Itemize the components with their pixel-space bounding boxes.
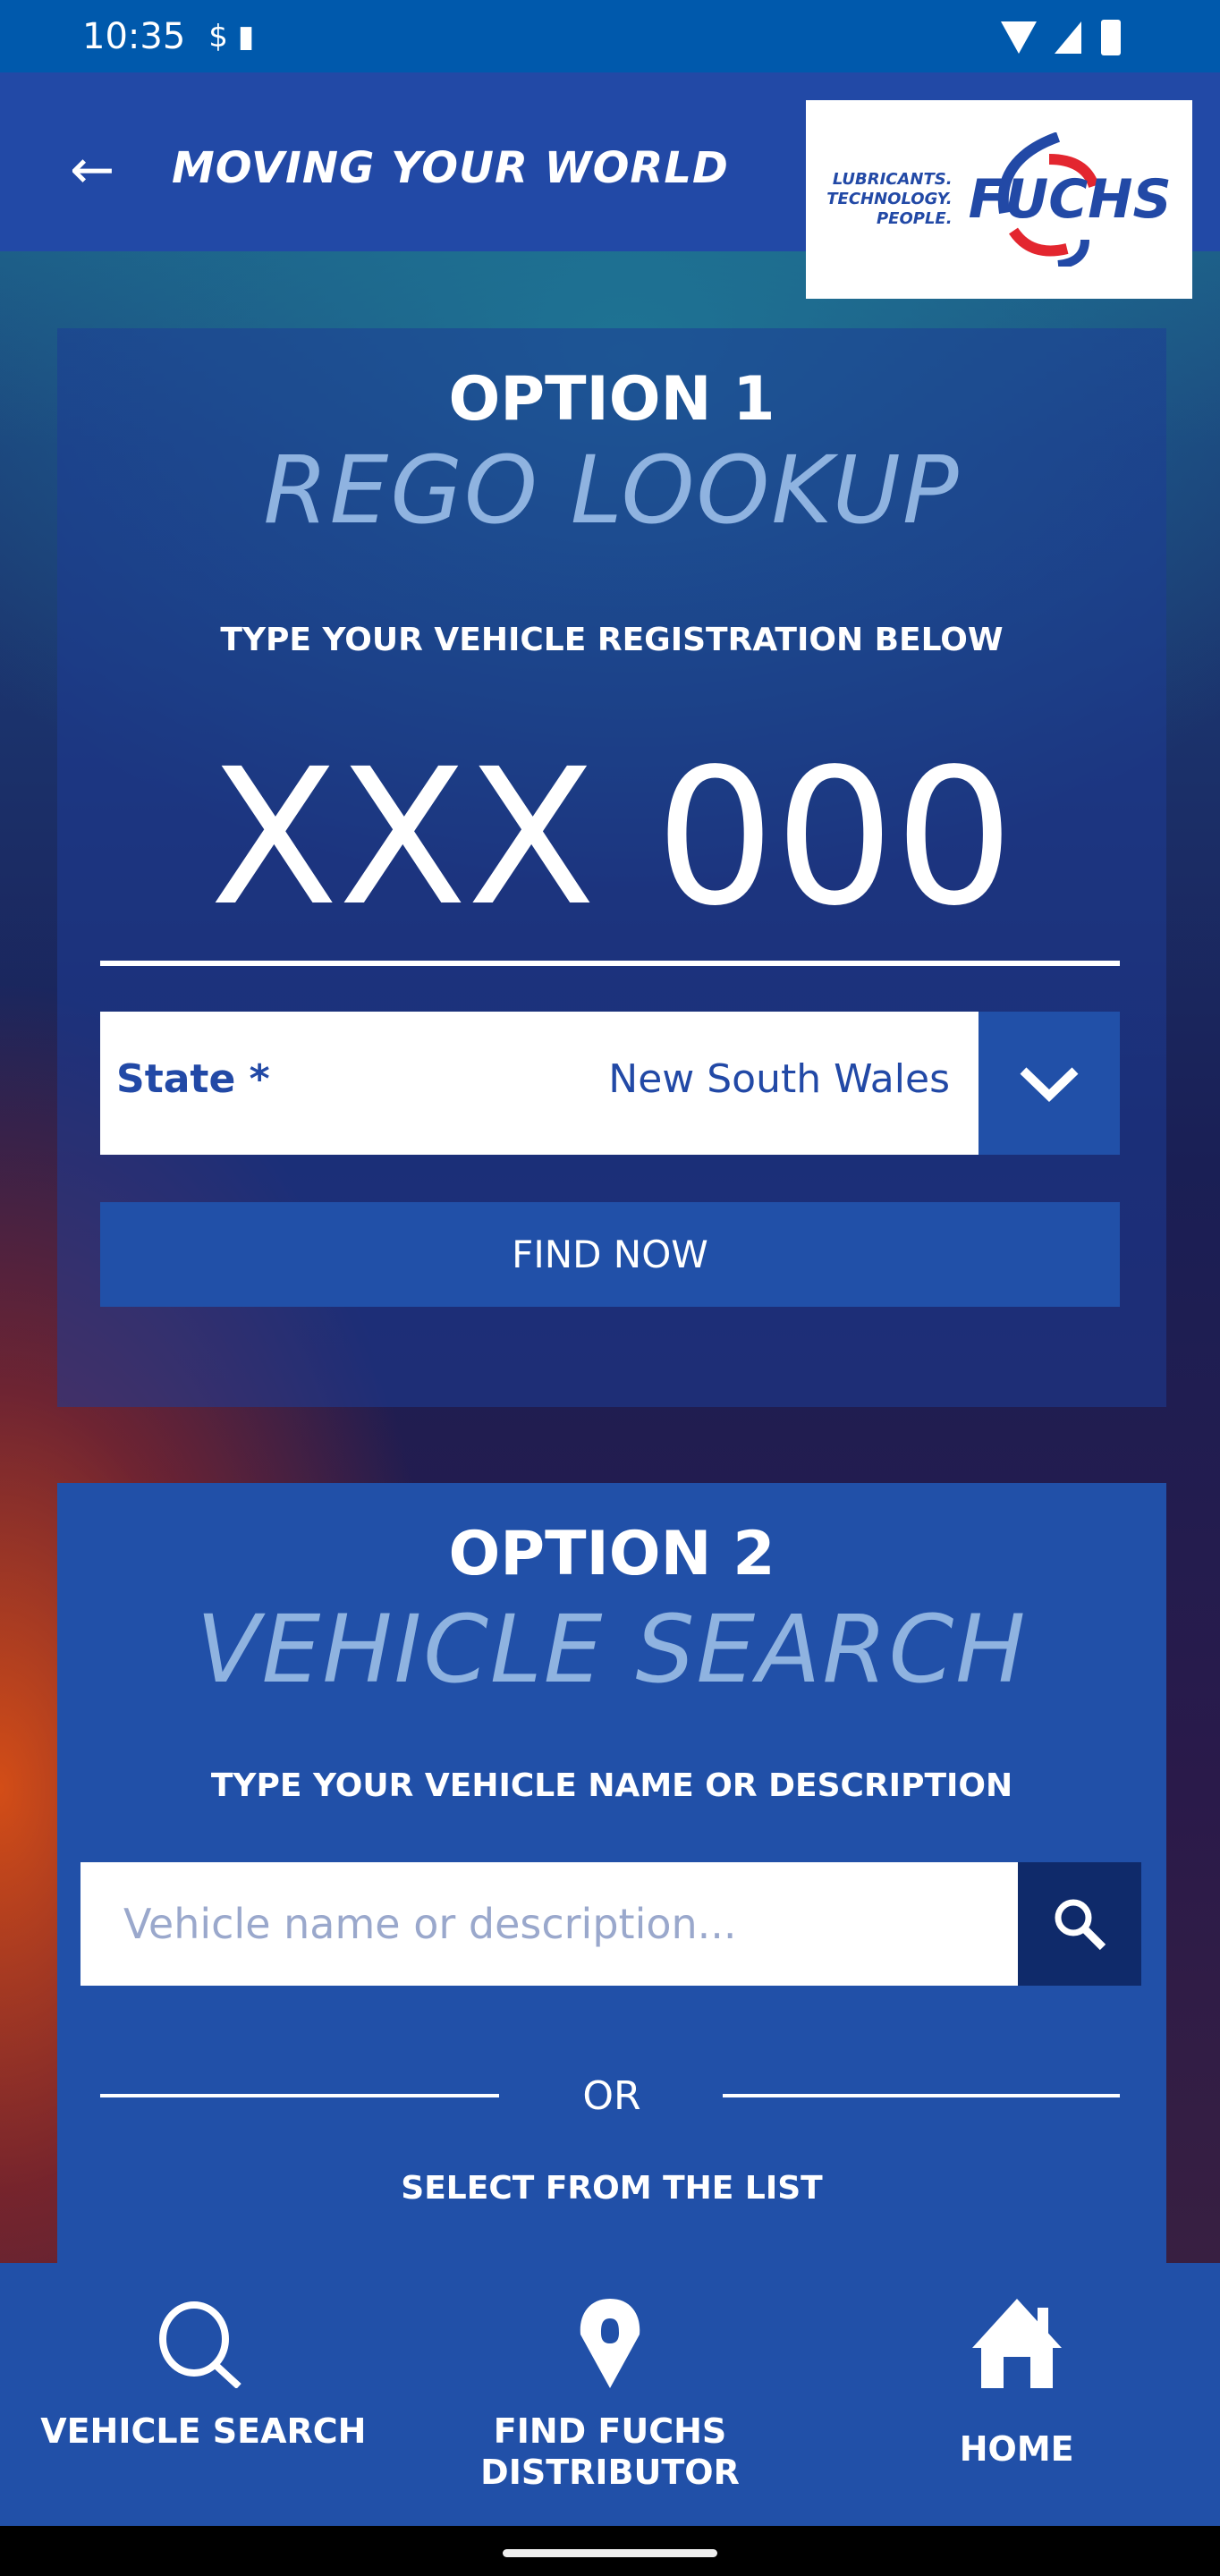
divider (723, 2094, 1120, 2097)
dropdown-button[interactable] (979, 1012, 1120, 1155)
state-value: New South Wales (608, 1056, 950, 1102)
location-pin-icon (580, 2299, 640, 2388)
state-select[interactable]: State * New South Wales (100, 1012, 1120, 1155)
section-title: REGO LOOKUP (263, 436, 961, 545)
nav-home[interactable]: HOME (813, 2263, 1220, 2526)
instruction: TYPE YOUR VEHICLE NAME OR DESCRIPTION (210, 1767, 1013, 1804)
chevron-down-icon (1020, 1066, 1079, 1102)
tagline: MOVING YOUR WORLD (172, 143, 729, 193)
status-bar: 10:35 $ ▮ (0, 0, 1220, 72)
select-list-label[interactable]: SELECT FROM THE LIST (57, 2170, 1166, 2207)
rego-input[interactable]: XXX 000 (57, 744, 1166, 932)
clock: 10:35 (82, 15, 186, 57)
home-icon (971, 2299, 1062, 2388)
bottom-nav: VEHICLE SEARCH FIND FUCHS DISTRIBUTOR HO… (0, 2263, 1220, 2526)
find-now-button[interactable]: FIND NOW (100, 1202, 1120, 1307)
back-arrow-icon[interactable]: ← (70, 139, 132, 201)
nav-find-distributor[interactable]: FIND FUCHS DISTRIBUTOR (407, 2263, 814, 2526)
notification-icons: $ ▮ (208, 18, 255, 55)
section-title: VEHICLE SEARCH (196, 1595, 1028, 1704)
state-label: State * (116, 1056, 270, 1102)
instruction: TYPE YOUR VEHICLE REGISTRATION BELOW (220, 622, 1004, 658)
vehicle-search-card: OPTION 2 VEHICLE SEARCH TYPE YOUR VEHICL… (57, 1483, 1166, 2263)
fuchs-logo: LUBRICANTS. TECHNOLOGY. PEOPLE. FUCHS (806, 100, 1192, 299)
search-icon (1055, 1899, 1106, 1951)
search-button[interactable] (1018, 1862, 1141, 1986)
system-icons (1001, 18, 1135, 58)
option-label: OPTION 2 (448, 1519, 775, 1589)
nav-vehicle-search[interactable]: VEHICLE SEARCH (0, 2263, 407, 2526)
vehicle-search-input[interactable]: Vehicle name or description... (80, 1862, 1141, 1986)
input-underline (100, 961, 1120, 966)
option-label: OPTION 1 (448, 364, 775, 435)
search-icon (159, 2301, 242, 2388)
signal-battery-icon (1001, 20, 1121, 55)
rego-lookup-card: OPTION 1 REGO LOOKUP TYPE YOUR VEHICLE R… (57, 328, 1166, 1407)
home-gesture-handle[interactable] (503, 2549, 717, 2557)
